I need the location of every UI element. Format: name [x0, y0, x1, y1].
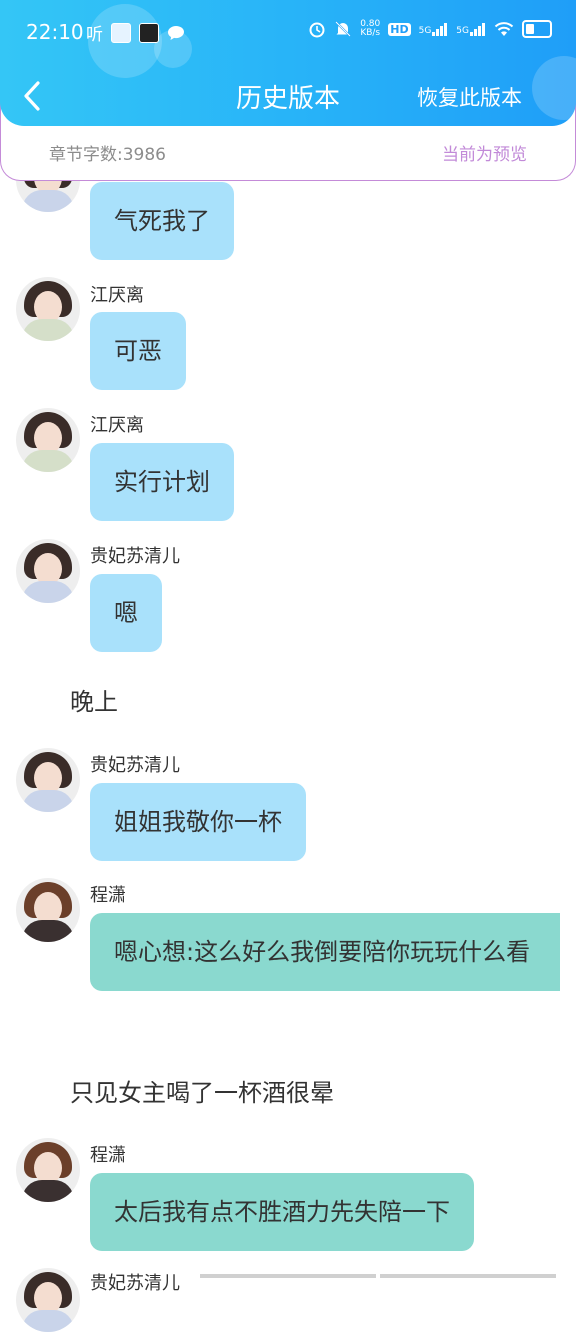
avatar[interactable]	[16, 539, 80, 603]
battery-icon	[522, 20, 552, 38]
status-time: 22:10	[26, 20, 84, 44]
sender-name: 贵妃苏清儿	[90, 1273, 180, 1294]
sender-name: 贵妃苏清儿	[90, 546, 180, 567]
sender-name: 程潇	[90, 1145, 126, 1166]
chat-bubble-icon	[168, 25, 184, 40]
avatar[interactable]	[16, 878, 80, 942]
status-right-icons: 0.80 KB/s HD 5G 5G	[308, 20, 552, 38]
sender-name: 江厌离	[90, 415, 144, 436]
app-header: 22:10 听 0.80 KB/s HD 5G 5G 历史版本 恢复此版本	[0, 0, 576, 126]
chat-bubble[interactable]: 嗯	[90, 574, 162, 652]
chat-bubble[interactable]: 太后我有点不胜酒力先失陪一下	[90, 1173, 474, 1251]
wifi-icon	[494, 22, 514, 36]
status-bar: 22:10 听 0.80 KB/s HD 5G 5G	[0, 0, 576, 64]
avatar[interactable]	[16, 408, 80, 472]
sim1-signal-icon: 5G	[419, 22, 449, 36]
avatar[interactable]	[16, 1138, 80, 1202]
sim1-label: 5G	[418, 26, 432, 36]
avatar[interactable]	[16, 748, 80, 812]
listen-app-icon: 听	[86, 25, 103, 45]
chat-bubble[interactable]: 实行计划	[90, 443, 234, 521]
sim2-signal-icon: 5G	[456, 22, 486, 36]
notification-icons: 听	[86, 20, 185, 45]
mute-icon	[335, 21, 351, 37]
app-notification-icon-2	[139, 22, 159, 43]
sender-name: 江厌离	[90, 285, 144, 306]
chat-bubble[interactable]: 可恶	[90, 312, 186, 390]
sender-name: 程潇	[90, 885, 126, 906]
word-count: 章节字数:3986	[49, 145, 166, 165]
preview-status: 当前为预览	[442, 145, 527, 165]
avatar[interactable]	[16, 277, 80, 341]
chat-bubble[interactable]: 嗯心想:这么好么我倒要陪你玩玩什么看	[90, 913, 560, 991]
app-notification-icon	[111, 22, 131, 43]
net-speed-unit: KB/s	[360, 28, 381, 38]
avatar[interactable]	[16, 1268, 80, 1332]
narration-text: 只见女主喝了一杯酒很晕	[70, 1079, 334, 1107]
narration-text: 晚上	[70, 688, 118, 716]
chat-bubble[interactable]: 姐姐我敬你一杯	[90, 783, 306, 861]
sim2-label: 5G	[456, 26, 469, 36]
alarm-icon	[309, 22, 325, 38]
scroll-hint	[200, 1274, 556, 1278]
restore-version-button[interactable]: 恢复此版本	[417, 82, 522, 112]
sender-name: 贵妃苏清儿	[90, 755, 180, 776]
net-speed: 0.80 KB/s	[360, 20, 380, 38]
hd-badge: HD	[388, 22, 411, 36]
chat-bubble[interactable]: 气死我了	[90, 182, 234, 260]
